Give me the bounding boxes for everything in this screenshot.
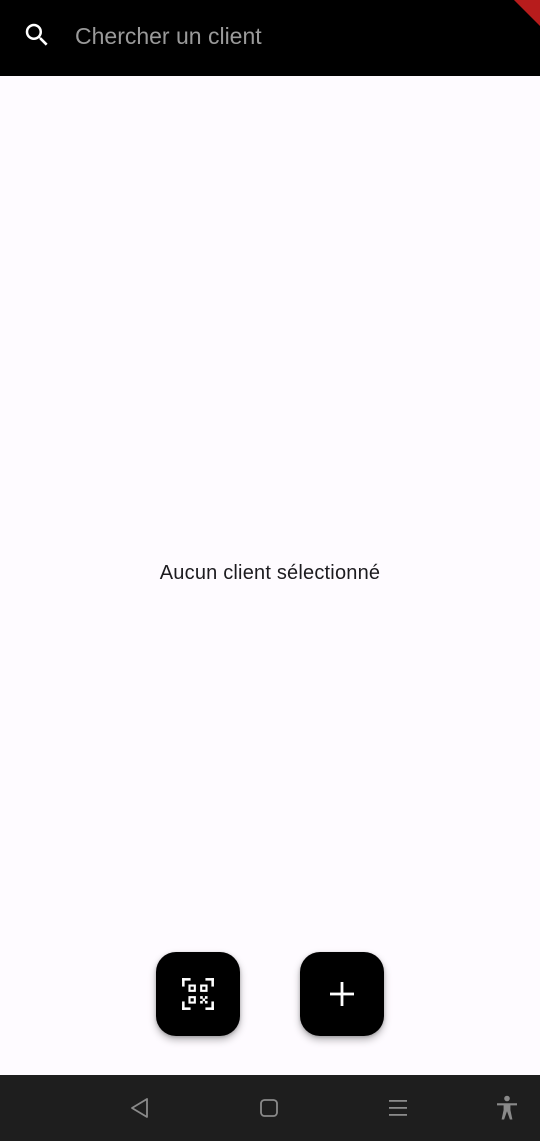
- scan-qr-button[interactable]: [156, 952, 240, 1036]
- qr-code-scanner-icon: [182, 978, 214, 1010]
- back-icon: [131, 1098, 148, 1118]
- search-input[interactable]: [75, 16, 495, 56]
- nav-accessibility-button[interactable]: [477, 1075, 537, 1141]
- accessibility-icon: [497, 1095, 517, 1120]
- nav-back-button[interactable]: [110, 1075, 170, 1141]
- add-client-button[interactable]: [300, 952, 384, 1036]
- nav-home-button[interactable]: [239, 1075, 299, 1141]
- nav-recents-button[interactable]: [368, 1075, 428, 1141]
- recents-icon: [389, 1100, 407, 1116]
- app-bar: [0, 0, 540, 76]
- plus-icon: [330, 982, 354, 1006]
- app-screen: Aucun client sélectionné: [0, 0, 540, 1141]
- empty-state-message: Aucun client sélectionné: [159, 562, 381, 584]
- system-navigation-bar: [0, 1075, 540, 1141]
- search-icon[interactable]: [22, 20, 52, 50]
- debug-banner: [514, 0, 540, 26]
- home-icon: [260, 1099, 278, 1117]
